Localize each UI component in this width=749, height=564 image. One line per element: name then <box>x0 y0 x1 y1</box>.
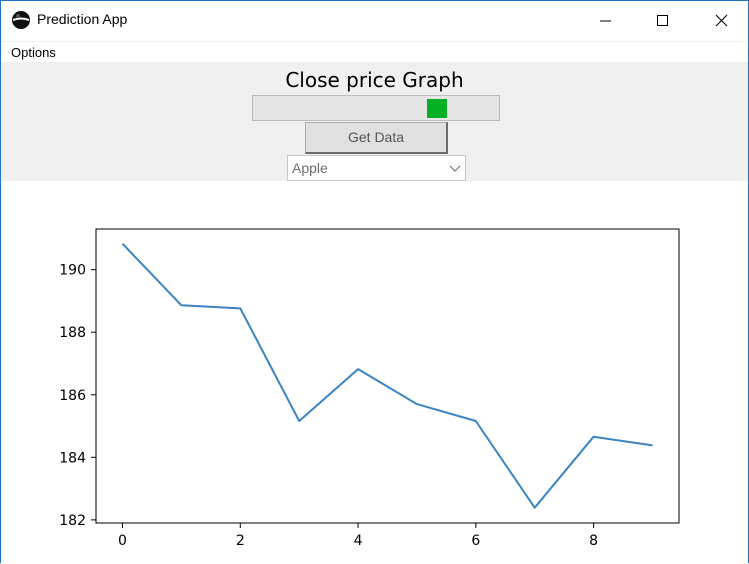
x-tick-label: 6 <box>471 533 480 549</box>
y-tick-label: 184 <box>59 450 86 466</box>
window-title: Prediction App <box>37 11 127 27</box>
x-tick-label: 0 <box>118 533 127 549</box>
maximize-icon <box>639 1 685 40</box>
x-tick-label: 4 <box>354 533 363 549</box>
app-window: Prediction App Options Close price Graph… <box>0 0 749 563</box>
menu-options[interactable]: Options <box>11 45 56 60</box>
y-tick-label: 188 <box>59 325 86 341</box>
axes-frame <box>96 229 679 523</box>
x-tick-label: 2 <box>236 533 245 549</box>
progress-indicator <box>427 99 447 118</box>
get-data-button[interactable]: Get Data <box>305 122 448 154</box>
dropdown-value: Apple <box>292 160 328 176</box>
maximize-button[interactable] <box>639 1 685 40</box>
graph-title: Close price Graph <box>1 68 748 92</box>
chevron-down-icon <box>449 163 461 173</box>
plot-area: 0 2 4 6 8 182 184 186 188 190 <box>1 181 748 564</box>
price-series-line <box>123 244 653 508</box>
minimize-icon <box>583 1 629 40</box>
stock-dropdown[interactable]: Apple <box>287 155 466 181</box>
controls-panel: Close price Graph Get Data Apple <box>1 62 748 181</box>
close-icon <box>698 1 744 40</box>
minimize-button[interactable] <box>583 1 629 40</box>
title-bar[interactable]: Prediction App <box>1 1 748 40</box>
menu-bar: Options <box>1 41 748 63</box>
progress-bar <box>252 95 500 121</box>
close-price-chart: 0 2 4 6 8 182 184 186 188 190 <box>1 181 748 564</box>
y-tick-label: 182 <box>59 513 86 529</box>
x-tick-label: 8 <box>589 533 598 549</box>
y-tick-label: 190 <box>59 263 86 279</box>
close-button[interactable] <box>698 1 744 40</box>
black-sphere-app-icon <box>11 10 31 30</box>
y-tick-label: 186 <box>59 388 86 404</box>
